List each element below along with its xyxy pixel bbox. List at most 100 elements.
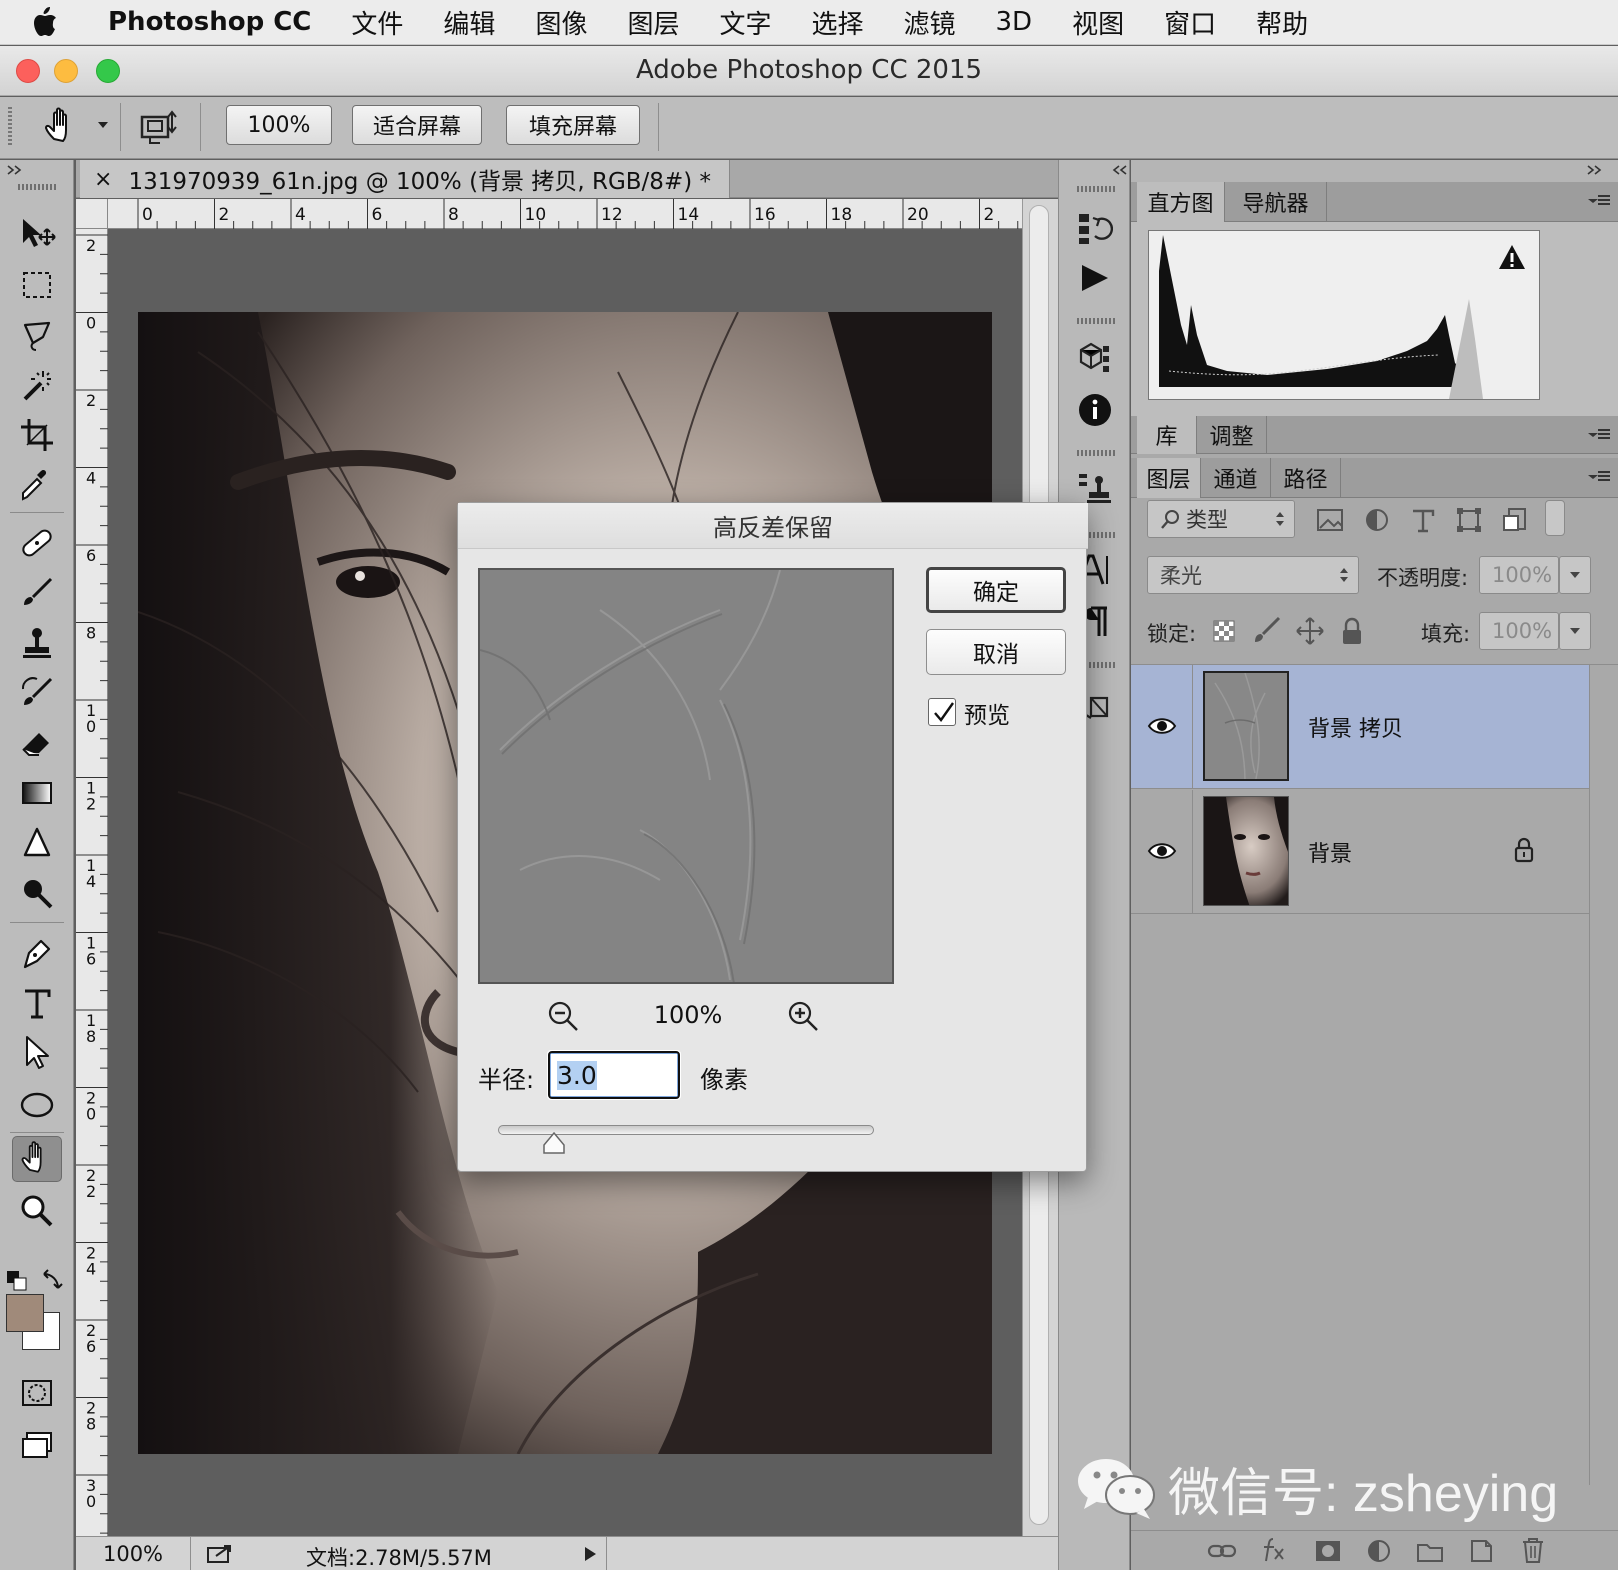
lock-all-icon[interactable] [1339, 616, 1365, 646]
radius-input[interactable] [547, 1050, 681, 1100]
fill-dropdown[interactable] [1559, 612, 1591, 650]
clone-stamp-tool-icon[interactable] [12, 620, 62, 666]
panel-menu-icon[interactable] [1586, 190, 1610, 212]
layer-filter-select[interactable]: 类型 [1147, 500, 1295, 538]
lock-transparent-icon[interactable] [1211, 618, 1237, 644]
tab-library[interactable]: 库 [1137, 416, 1197, 454]
document-tab[interactable]: × 131970939_61n.jpg @ 100% (背景 拷贝, RGB/8… [80, 160, 730, 198]
layer-row[interactable]: 背景 [1131, 790, 1589, 914]
options-grip[interactable] [8, 107, 12, 147]
opacity-dropdown[interactable] [1559, 556, 1591, 594]
filter-adjustment-icon[interactable] [1363, 506, 1391, 534]
layer-row[interactable]: 背景 拷贝 [1131, 665, 1589, 789]
blend-mode-select[interactable]: 柔光 [1147, 556, 1359, 594]
layers-scrollbar[interactable] [1589, 665, 1618, 1485]
link-layers-icon[interactable] [1207, 1539, 1237, 1563]
history-panel-icon[interactable] [1073, 206, 1117, 250]
zoom-tool-icon[interactable] [12, 1188, 62, 1234]
tab-navigator[interactable]: 导航器 [1225, 182, 1327, 222]
delete-layer-icon[interactable] [1519, 1535, 1547, 1565]
strip-grip[interactable] [1077, 450, 1115, 456]
menu-type[interactable]: 文字 [719, 4, 771, 41]
zoom-100-button[interactable]: 100% [226, 105, 332, 145]
strip-grip[interactable] [1077, 186, 1115, 192]
default-colors-icon[interactable] [6, 1270, 28, 1292]
add-mask-icon[interactable] [1313, 1537, 1343, 1565]
panel-menu-icon[interactable] [1586, 466, 1610, 488]
fill-input[interactable]: 100% [1479, 612, 1559, 650]
filter-preview[interactable] [478, 568, 894, 984]
menu-edit[interactable]: 编辑 [443, 4, 495, 41]
filter-pixel-icon[interactable] [1315, 506, 1345, 534]
hand-tool-icon[interactable] [40, 105, 84, 149]
path-selection-tool-icon[interactable] [12, 1030, 62, 1076]
collapse-panels-icon[interactable] [1586, 164, 1606, 176]
tool-preset-dropdown-icon[interactable] [96, 117, 110, 131]
quick-mask-icon[interactable] [12, 1370, 62, 1416]
filter-type-icon[interactable] [1409, 506, 1437, 534]
filter-smart-object-icon[interactable] [1501, 506, 1529, 534]
radius-slider-knob[interactable] [542, 1131, 566, 1155]
ruler-origin[interactable] [76, 199, 108, 229]
foreground-color-swatch[interactable] [6, 1294, 44, 1332]
close-tab-icon[interactable]: × [94, 167, 112, 192]
cancel-button[interactable]: 取消 [926, 629, 1066, 675]
lasso-tool-icon[interactable] [12, 312, 62, 358]
dodge-tool-icon[interactable] [12, 870, 62, 916]
ok-button[interactable]: 确定 [926, 567, 1066, 613]
new-layer-icon[interactable] [1467, 1537, 1495, 1565]
eye-icon[interactable] [1147, 840, 1177, 862]
layer-name[interactable]: 背景 拷贝 [1308, 711, 1403, 743]
fill-screen-button[interactable]: 填充屏幕 [506, 105, 640, 145]
hand-tool-selected-icon[interactable] [12, 1136, 62, 1182]
share-icon[interactable] [206, 1542, 236, 1566]
tab-channels[interactable]: 通道 [1201, 458, 1271, 498]
panel-menu-icon[interactable] [1586, 424, 1610, 446]
fit-screen-button[interactable]: 适合屏幕 [352, 105, 482, 145]
status-menu-icon[interactable] [582, 1546, 598, 1562]
horizontal-ruler[interactable]: 0 2 4 6 8 10 12 14 16 18 20 2 [108, 199, 1022, 229]
vertical-ruler[interactable]: 2024681012141618202224262830 [76, 229, 108, 1536]
pen-tool-icon[interactable] [12, 930, 62, 976]
tab-histogram[interactable]: 直方图 [1137, 182, 1225, 222]
opacity-input[interactable]: 100% [1479, 556, 1559, 594]
menu-file[interactable]: 文件 [351, 4, 403, 41]
menu-3d[interactable]: 3D [996, 7, 1033, 37]
tab-adjustments[interactable]: 调整 [1197, 416, 1267, 454]
warning-icon[interactable] [1497, 243, 1527, 271]
3d-panel-icon[interactable] [1073, 336, 1117, 380]
healing-brush-tool-icon[interactable] [12, 520, 62, 566]
menu-layer[interactable]: 图层 [627, 4, 679, 41]
tools-grip[interactable] [18, 184, 56, 190]
info-panel-icon[interactable] [1073, 388, 1117, 432]
filter-shape-icon[interactable] [1455, 506, 1483, 534]
tab-layers[interactable]: 图层 [1137, 458, 1201, 498]
lock-position-icon[interactable] [1295, 616, 1325, 646]
swap-colors-icon[interactable] [40, 1266, 66, 1292]
fx-icon[interactable] [1261, 1535, 1291, 1565]
scroll-all-windows-icon[interactable] [136, 105, 182, 149]
brush-tool-icon[interactable] [12, 570, 62, 616]
menu-window[interactable]: 窗口 [1164, 4, 1216, 41]
tab-paths[interactable]: 路径 [1271, 458, 1341, 498]
lock-pixels-icon[interactable] [1251, 616, 1281, 646]
lock-icon[interactable] [1513, 836, 1535, 864]
eraser-tool-icon[interactable] [12, 720, 62, 766]
new-group-icon[interactable] [1415, 1537, 1445, 1565]
preview-checkbox[interactable] [928, 698, 956, 726]
menu-image[interactable]: 图像 [535, 4, 587, 41]
new-adjustment-icon[interactable] [1365, 1537, 1393, 1565]
sharpen-tool-icon[interactable] [12, 820, 62, 866]
layer-thumbnail[interactable] [1203, 671, 1289, 781]
crop-tool-icon[interactable] [12, 412, 62, 458]
ellipse-tool-icon[interactable] [12, 1080, 62, 1126]
zoom-out-icon[interactable] [546, 999, 580, 1033]
menu-help[interactable]: 帮助 [1256, 4, 1308, 41]
marquee-tool-icon[interactable] [12, 262, 62, 308]
menu-app-name[interactable]: Photoshop CC [108, 7, 311, 37]
history-brush-tool-icon[interactable] [12, 670, 62, 716]
filter-toggle[interactable] [1545, 500, 1565, 536]
zoom-in-icon[interactable] [786, 999, 820, 1033]
layer-name[interactable]: 背景 [1308, 836, 1352, 868]
gradient-tool-icon[interactable] [12, 770, 62, 816]
